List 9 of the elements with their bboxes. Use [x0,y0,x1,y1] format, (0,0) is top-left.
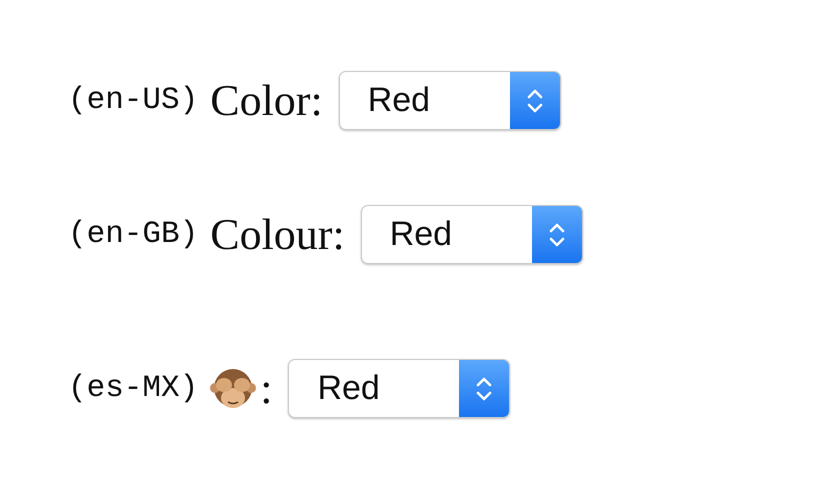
field-label: Colour: [210,209,345,260]
dropdown-select[interactable]: Red [360,205,583,264]
field-label: : [260,363,272,414]
locale-code: (en-US) [68,83,198,118]
dropdown-select[interactable]: Red [288,359,510,418]
locale-code: (en-GB) [68,217,198,252]
locale-code: (es-MX) [68,371,198,406]
dropdown-select[interactable]: Red [338,71,561,130]
field-label: Color: [210,75,323,126]
